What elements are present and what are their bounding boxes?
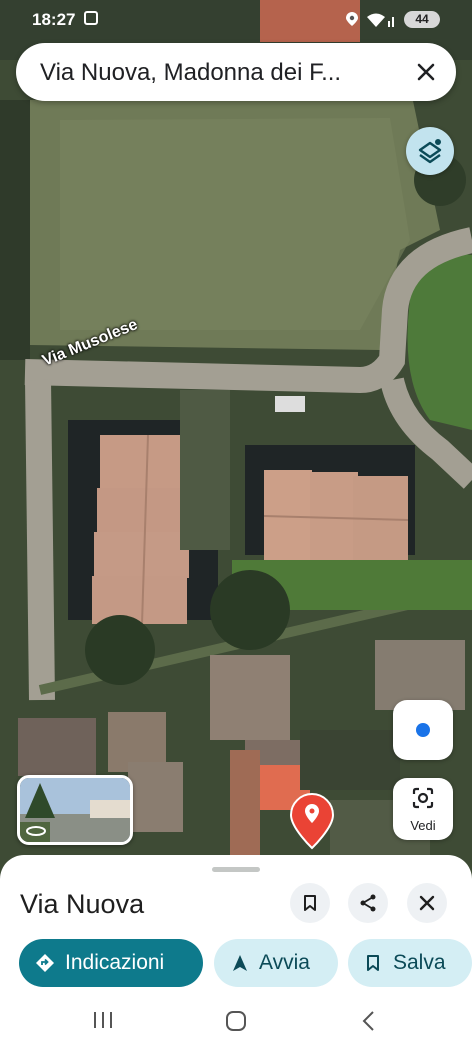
directions-button[interactable]: Indicazioni: [19, 939, 203, 987]
street-view-image: [20, 778, 130, 842]
share-button[interactable]: [348, 883, 388, 923]
close-sheet-button[interactable]: [407, 883, 447, 923]
share-icon: [360, 894, 376, 912]
status-time: 18:27: [32, 10, 76, 29]
layers-icon: [418, 139, 442, 164]
bookmark-button[interactable]: [290, 883, 330, 923]
close-icon: [419, 895, 435, 911]
battery-badge: 44: [404, 11, 440, 28]
save-label: Salva: [393, 951, 446, 974]
lens-icon: [412, 787, 434, 809]
directions-label: Indicazioni: [65, 951, 165, 974]
view-lens-button[interactable]: Vedi: [393, 778, 453, 840]
screen-record-icon: [84, 11, 98, 25]
my-location-icon: [416, 723, 430, 737]
view-label: Vedi: [410, 818, 436, 833]
home-icon[interactable]: [224, 1009, 248, 1033]
search-bar[interactable]: Via Nuova, Madonna dei F...: [16, 43, 456, 101]
recents-icon[interactable]: [92, 1010, 114, 1030]
start-label: Avvia: [259, 951, 310, 974]
status-bar: 18:27 44: [0, 0, 472, 38]
pin-icon[interactable]: [289, 792, 335, 850]
search-query[interactable]: Via Nuova, Madonna dei F...: [40, 59, 341, 87]
bookmark-icon: [304, 895, 316, 911]
back-icon[interactable]: [359, 1009, 379, 1033]
my-location-button[interactable]: [393, 700, 453, 760]
start-button[interactable]: Avvia: [214, 939, 338, 987]
street-view-thumbnail[interactable]: [17, 775, 133, 845]
place-title: Via Nuova: [20, 889, 145, 919]
sheet-handle[interactable]: [212, 867, 260, 872]
system-nav-bar: [0, 990, 472, 1050]
location-icon: [346, 12, 358, 26]
wifi-icon: [367, 13, 394, 27]
bookmark-icon: [367, 955, 379, 971]
directions-icon: [36, 954, 54, 972]
layers-button[interactable]: [406, 127, 454, 175]
save-button[interactable]: Salva: [348, 939, 472, 987]
close-icon[interactable]: [410, 56, 442, 88]
navigation-icon: [233, 955, 247, 971]
